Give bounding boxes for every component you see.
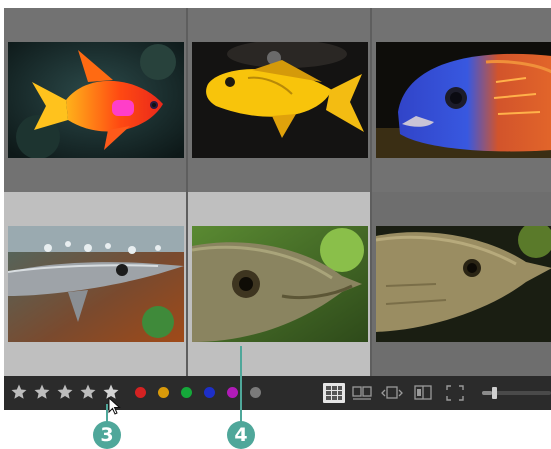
mouse-cursor-icon [108, 397, 121, 415]
survey-view-icon[interactable] [381, 383, 403, 403]
compare-view-icon[interactable] [351, 383, 373, 403]
grid-cell[interactable] [188, 8, 372, 192]
rating-star-icon[interactable] [56, 383, 74, 401]
thumbnail-anthias-fish[interactable] [8, 42, 184, 158]
thumbnail-grid [4, 8, 551, 376]
color-label-green[interactable] [181, 387, 192, 398]
rating-star-icon[interactable] [79, 383, 97, 401]
color-label-blue[interactable] [204, 387, 215, 398]
bottom-toolbar [4, 376, 551, 410]
rating-star-icon[interactable] [33, 383, 51, 401]
thumbnail-arowana[interactable] [376, 226, 551, 342]
fullscreen-view-icon[interactable] [444, 383, 466, 403]
callout-badge-4: 4 [227, 421, 255, 449]
grid-view-icon[interactable] [323, 383, 345, 403]
color-label-yellow[interactable] [158, 387, 169, 398]
thumbnail-blue-orange-cichlid[interactable] [376, 42, 551, 158]
grid-cell[interactable] [372, 192, 551, 376]
rating-star-icon[interactable] [10, 383, 28, 401]
filmstrip-view-icon[interactable] [412, 383, 434, 403]
color-label-purple[interactable] [227, 387, 238, 398]
grid-cell[interactable] [4, 8, 188, 192]
color-label-red[interactable] [135, 387, 146, 398]
slider-handle[interactable] [492, 387, 497, 399]
callout-badge-3: 3 [93, 421, 121, 449]
thumbnail-needlefish[interactable] [8, 226, 184, 342]
slider-fill [482, 391, 492, 395]
grid-cell[interactable] [372, 8, 551, 192]
grid-cell-selected[interactable] [188, 192, 372, 376]
thumbnail-size-slider[interactable] [482, 387, 551, 399]
callout-line [240, 346, 242, 426]
color-label-none[interactable] [250, 387, 261, 398]
thumbnail-arowana-closeup[interactable] [192, 226, 368, 342]
grid-cell-selected[interactable] [4, 192, 188, 376]
thumbnail-yellow-cichlid[interactable] [192, 42, 368, 158]
